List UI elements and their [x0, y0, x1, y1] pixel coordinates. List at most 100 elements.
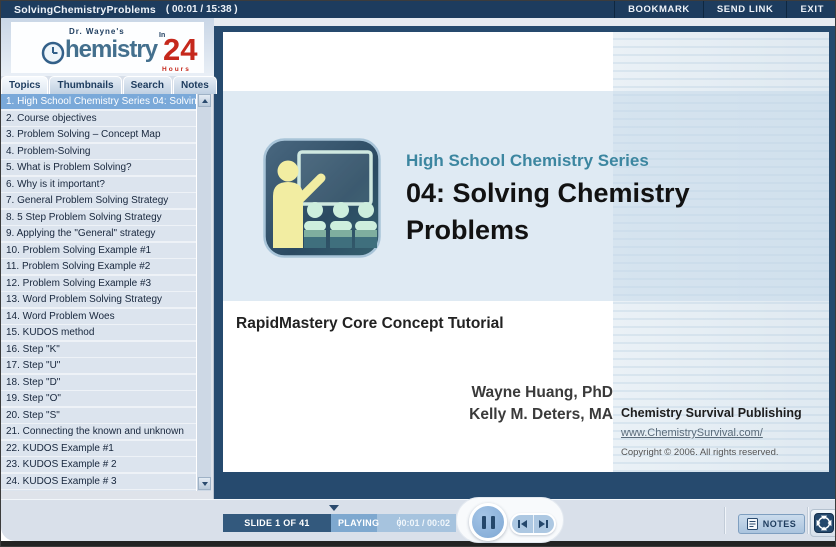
topic-list-item[interactable]: 15. KUDOS method: [1, 325, 196, 340]
scroll-down-button[interactable]: [198, 477, 211, 490]
topic-label: 24. KUDOS Example # 3: [6, 476, 117, 487]
sidebar-tab[interactable]: Thumbnails: [49, 76, 121, 94]
topic-list-item[interactable]: 19. Step "O": [1, 391, 196, 406]
topic-list: 1. High School Chemistry Series 04: Solv…: [1, 94, 196, 491]
topic-label: 17. Step "U": [6, 360, 60, 371]
topic-label: 13. Word Problem Solving Strategy: [6, 294, 162, 305]
topic-list-item[interactable]: 17. Step "U": [1, 358, 196, 373]
slide-counter: SLIDE 1 OF 41: [223, 514, 331, 532]
slide-tagline: RapidMastery Core Concept Tutorial: [236, 315, 504, 333]
topic-label: 10. Problem Solving Example #1: [6, 245, 151, 256]
topic-list-item[interactable]: 22. KUDOS Example #1: [1, 441, 196, 456]
topic-list-item[interactable]: 3. Problem Solving – Concept Map: [1, 127, 196, 142]
step-forward-icon: [538, 519, 549, 529]
scroll-up-button[interactable]: [198, 94, 211, 107]
sidebar-tab[interactable]: Search: [123, 76, 172, 94]
sidebar-tab-bar: Topics Thumbnails Search Notes: [1, 76, 214, 94]
top-bar-actions: BOOKMARKSEND LINKEXIT: [614, 1, 836, 18]
seek-bar[interactable]: SLIDE 1 OF 41 PLAYING 00:01 / 00:02: [223, 514, 456, 532]
topic-list-item[interactable]: 23. KUDOS Example # 2: [1, 457, 196, 472]
slide-authors: Wayne Huang, PhDKelly M. Deters, MA: [469, 382, 613, 426]
topic-label: 15. KUDOS method: [6, 327, 94, 338]
topic-label: 22. KUDOS Example #1: [6, 443, 114, 454]
sidebar-tab[interactable]: Notes: [173, 76, 217, 94]
topic-list-item[interactable]: 13. Word Problem Solving Strategy: [1, 292, 196, 307]
pause-button[interactable]: [469, 503, 507, 541]
progress-track[interactable]: PLAYING 00:01 / 00:02: [331, 514, 456, 532]
previous-slide-button[interactable]: [512, 515, 534, 533]
bar-divider: [807, 507, 809, 534]
seek-marker-icon[interactable]: [329, 505, 339, 511]
window-bottom-strip: [1, 541, 836, 547]
topic-label: 4. Problem-Solving: [6, 146, 90, 157]
tab-label: Thumbnails: [57, 80, 113, 91]
topic-list-item[interactable]: 20. Step "S": [1, 408, 196, 423]
sidebar: Dr. Wayne's hemistry In 24 Hours: [1, 18, 214, 499]
topic-list-item[interactable]: 14. Word Problem Woes: [1, 309, 196, 324]
topic-list-item[interactable]: 16. Step "K": [1, 342, 196, 357]
topic-list-item[interactable]: 25.: [1, 490, 196, 491]
scroll-down-icon: [202, 482, 208, 486]
topic-list-scrollbar[interactable]: [196, 94, 211, 491]
tab-label: Topics: [9, 80, 40, 91]
playback-bar: SLIDE 1 OF 41 PLAYING 00:01 / 00:02: [1, 499, 836, 541]
slide-title-block: High School Chemistry Series 04: Solving…: [406, 151, 746, 249]
topic-list-item[interactable]: 10. Problem Solving Example #1: [1, 243, 196, 258]
topic-label: 11. Problem Solving Example #2: [6, 261, 150, 272]
top-bar-action-button[interactable]: BOOKMARK: [614, 1, 703, 18]
notes-icon: [747, 518, 758, 530]
logo-area: Dr. Wayne's hemistry In 24 Hours: [1, 18, 214, 76]
slide-time: 00:01 / 00:02: [396, 514, 450, 532]
topic-list-item[interactable]: 24. KUDOS Example # 3: [1, 474, 196, 489]
topic-label: 23. KUDOS Example # 2: [6, 459, 117, 470]
topic-list-item[interactable]: 18. Step "D": [1, 375, 196, 390]
topic-label: 12. Problem Solving Example #3: [6, 278, 151, 289]
notes-button-label: NOTES: [763, 519, 797, 529]
publisher-block: Chemistry Survival Publishing www.Chemis…: [621, 406, 821, 458]
topic-label: 20. Step "S": [6, 410, 60, 421]
bar-divider: [724, 507, 726, 534]
slide-title: 04: Solving Chemistry Problems: [406, 175, 738, 249]
topic-list-item[interactable]: 2. Course objectives: [1, 111, 196, 126]
notes-button[interactable]: NOTES: [738, 514, 805, 534]
topic-label: 16. Step "K": [6, 344, 60, 355]
clock-icon: [41, 41, 65, 65]
pause-icon: [482, 516, 486, 529]
scroll-up-icon: [202, 99, 208, 103]
logo-24: 24: [163, 33, 197, 67]
author-name: Wayne Huang, PhD: [469, 382, 613, 404]
copyright-text: Copyright © 2006. All rights reserved.: [621, 447, 821, 458]
logo-hours: Hours: [162, 66, 191, 73]
sidebar-tab[interactable]: Topics: [1, 76, 48, 94]
logo-wordmark: hemistry: [65, 35, 157, 65]
topic-list-item[interactable]: 11. Problem Solving Example #2: [1, 259, 196, 274]
fullscreen-toggle-icon: [814, 513, 834, 533]
topic-list-item[interactable]: 6. Why is it important?: [1, 177, 196, 192]
tab-label: Notes: [181, 80, 209, 91]
view-toggle-button[interactable]: [810, 509, 836, 537]
stage-top-strip: [214, 18, 836, 26]
author-name: Kelly M. Deters, MA: [469, 404, 613, 426]
topic-list-item[interactable]: 5. What is Problem Solving?: [1, 160, 196, 175]
series-label: High School Chemistry Series: [406, 151, 746, 170]
tab-label: Search: [131, 80, 164, 91]
top-bar-action-button[interactable]: SEND LINK: [703, 1, 787, 18]
topic-list-item[interactable]: 7. General Problem Solving Strategy: [1, 193, 196, 208]
step-controls: [510, 513, 556, 535]
topic-list-item[interactable]: 1. High School Chemistry Series 04: Solv…: [1, 94, 196, 109]
top-bar-action-button[interactable]: EXIT: [786, 1, 836, 18]
topic-label: 7. General Problem Solving Strategy: [6, 195, 168, 206]
topic-label: 5. What is Problem Solving?: [6, 162, 132, 173]
next-slide-button[interactable]: [534, 515, 555, 533]
topic-label: 6. Why is it important?: [6, 179, 105, 190]
topic-list-item[interactable]: 4. Problem-Solving: [1, 144, 196, 159]
topic-list-item[interactable]: 8. 5 Step Problem Solving Strategy: [1, 210, 196, 225]
chemistry24-logo: Dr. Wayne's hemistry In 24 Hours: [11, 22, 204, 73]
topic-list-item[interactable]: 9. Applying the "General" strategy: [1, 226, 196, 241]
topic-label: 8. 5 Step Problem Solving Strategy: [6, 212, 162, 223]
topic-list-item[interactable]: 21. Connecting the known and unknown: [1, 424, 196, 439]
topic-label: 9. Applying the "General" strategy: [6, 228, 155, 239]
topic-list-item[interactable]: 12. Problem Solving Example #3: [1, 276, 196, 291]
publisher-link[interactable]: www.ChemistrySurvival.com/: [621, 427, 821, 439]
topic-label: 19. Step "O": [6, 393, 61, 404]
